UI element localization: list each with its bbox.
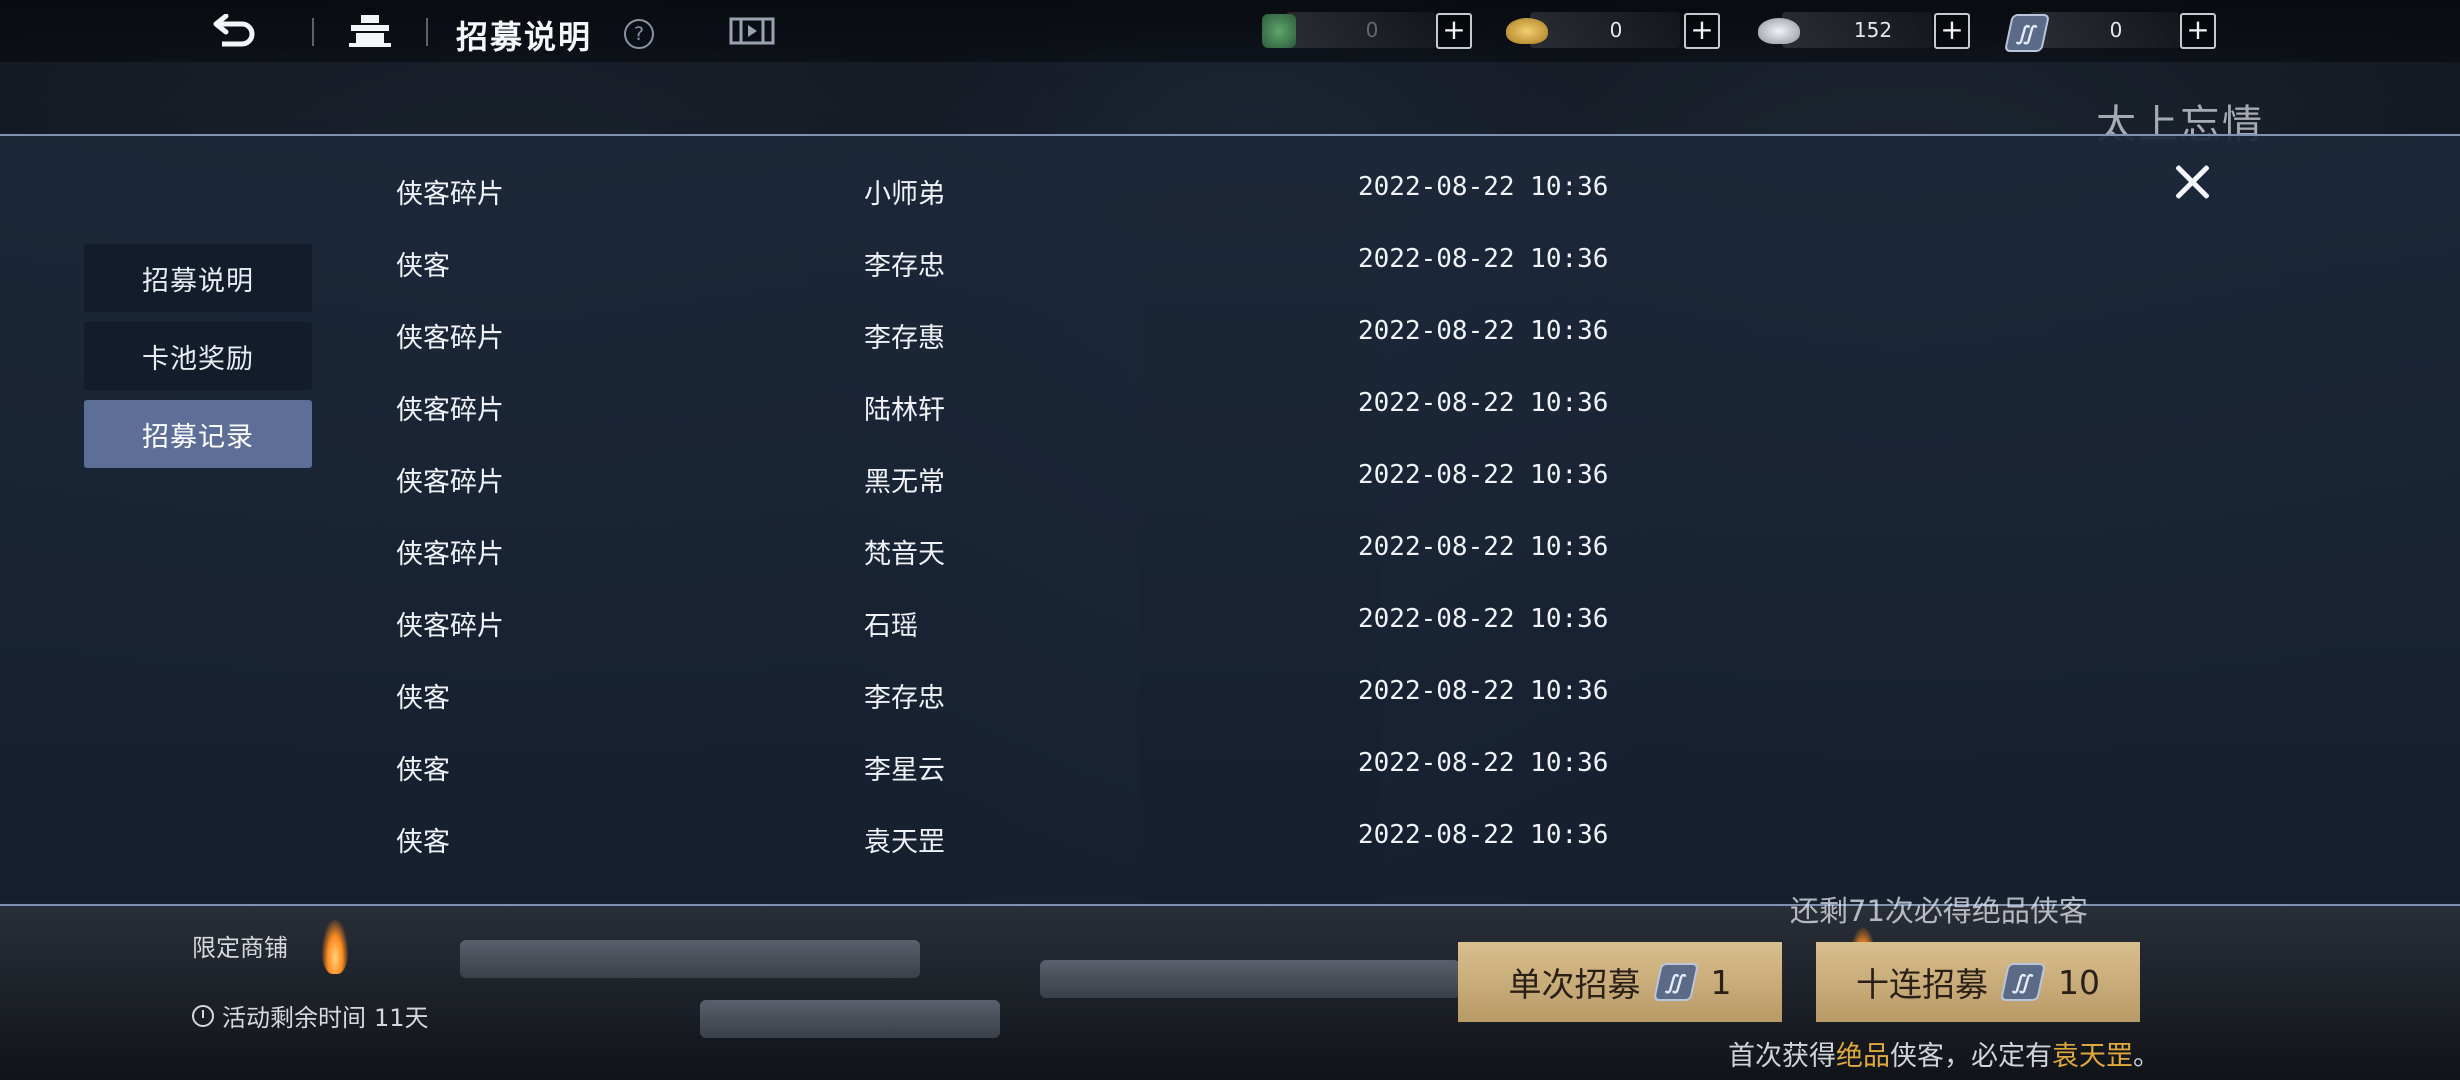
guarantee-mid: 侠客，必定有 — [1890, 1041, 2052, 1072]
record-name: 袁天罡 — [864, 827, 945, 858]
currency-silver: 152 + — [1758, 12, 1974, 49]
add-token-button[interactable]: + — [2180, 13, 2216, 49]
stair-step — [700, 1000, 1000, 1038]
currency-jade: 0 + — [1262, 12, 1478, 49]
silver-ingot-icon — [1758, 18, 1800, 44]
recruit-token-icon: ∬ — [1999, 963, 2047, 1001]
record-time: 2022-08-22 10:36 — [1358, 748, 1609, 778]
record-row: 侠客 李存忠 2022-08-22 10:36 — [0, 244, 1700, 284]
record-type: 侠客碎片 — [396, 467, 504, 498]
record-type: 侠客 — [396, 755, 450, 786]
record-row: 侠客碎片 陆林轩 2022-08-22 10:36 — [0, 388, 1700, 428]
guarantee-text: 首次获得绝品侠客，必定有袁天罡。 — [1728, 1034, 2160, 1073]
record-row: 侠客碎片 石瑶 2022-08-22 10:36 — [0, 604, 1700, 644]
event-timer: 活动剩余时间 11天 — [192, 998, 429, 1033]
add-silver-button[interactable]: + — [1934, 13, 1970, 49]
video-icon[interactable] — [728, 12, 776, 50]
record-name: 李存忠 — [864, 683, 945, 714]
currency-gold: 0 + — [1506, 12, 1722, 49]
record-row: 侠客 袁天罡 2022-08-22 10:36 — [0, 820, 1700, 860]
add-gold-button[interactable]: + — [1684, 13, 1720, 49]
guarantee-hero: 袁天罡 — [2052, 1041, 2133, 1072]
record-name: 梵音天 — [864, 539, 945, 570]
divider — [426, 18, 428, 46]
pity-counter-text: 还剩71次必得绝品侠客 — [1790, 894, 2088, 928]
currency-value: 0 — [1365, 18, 1379, 42]
recruit-record-panel: 招募说明 卡池奖励 招募记录 侠客碎片 小师弟 2022-08-22 10:36… — [0, 134, 2460, 906]
record-type: 侠客 — [396, 683, 450, 714]
limited-shop-link[interactable]: 限定商铺 — [192, 928, 288, 963]
record-type: 侠客碎片 — [396, 611, 504, 642]
record-name: 小师弟 — [864, 179, 945, 210]
close-icon[interactable] — [2172, 162, 2212, 202]
currency-value: 152 — [1853, 18, 1893, 42]
timer-value: 11天 — [374, 1004, 429, 1032]
currency-token: ∬ 0 + — [2003, 12, 2222, 52]
divider — [312, 18, 314, 46]
guarantee-quality: 绝品 — [1836, 1041, 1890, 1072]
record-row: 侠客碎片 小师弟 2022-08-22 10:36 — [0, 172, 1700, 212]
record-type: 侠客碎片 — [396, 395, 504, 426]
currency-value: 0 — [2109, 18, 2123, 42]
record-time: 2022-08-22 10:36 — [1358, 388, 1609, 418]
record-name: 陆林轩 — [864, 395, 945, 426]
recruit-token-icon: ∬ — [2003, 14, 2051, 52]
record-row: 侠客碎片 梵音天 2022-08-22 10:36 — [0, 532, 1700, 572]
record-time: 2022-08-22 10:36 — [1358, 676, 1609, 706]
record-row: 侠客碎片 李存惠 2022-08-22 10:36 — [0, 316, 1700, 356]
single-recruit-label: 单次招募 — [1508, 965, 1641, 1004]
jade-icon — [1262, 14, 1296, 48]
record-name: 石瑶 — [864, 611, 918, 642]
guarantee-suffix: 。 — [2133, 1041, 2160, 1072]
ten-recruit-cost: 10 — [2058, 962, 2100, 1002]
add-jade-button[interactable]: + — [1436, 13, 1472, 49]
record-name: 李存惠 — [864, 323, 945, 354]
record-time: 2022-08-22 10:36 — [1358, 460, 1609, 490]
top-bar: 招募说明 ? 0 + 0 + 152 + ∬ 0 + — [0, 0, 2460, 62]
record-time: 2022-08-22 10:36 — [1358, 820, 1609, 850]
record-row: 侠客碎片 黑无常 2022-08-22 10:36 — [0, 460, 1700, 500]
page-title: 招募说明 — [456, 18, 593, 56]
gold-ingot-icon — [1506, 18, 1548, 44]
home-icon[interactable] — [344, 12, 396, 50]
record-row: 侠客 李星云 2022-08-22 10:36 — [0, 748, 1700, 788]
record-type: 侠客 — [396, 827, 450, 858]
help-icon[interactable]: ? — [624, 19, 654, 49]
record-row: 侠客 李存忠 2022-08-22 10:36 — [0, 676, 1700, 716]
record-name: 李存忠 — [864, 251, 945, 282]
currency-value: 0 — [1609, 18, 1623, 42]
record-time: 2022-08-22 10:36 — [1358, 244, 1609, 274]
record-time: 2022-08-22 10:36 — [1358, 532, 1609, 562]
timer-label: 活动剩余时间 — [222, 1004, 366, 1032]
ten-recruit-label: 十连招募 — [1856, 965, 1988, 1004]
single-recruit-button[interactable]: 单次招募 ∬ 1 — [1458, 942, 1782, 1022]
back-arrow-icon[interactable] — [206, 12, 262, 50]
record-time: 2022-08-22 10:36 — [1358, 172, 1609, 202]
record-type: 侠客 — [396, 251, 450, 282]
record-type: 侠客碎片 — [396, 179, 504, 210]
guarantee-prefix: 首次获得 — [1728, 1041, 1836, 1072]
record-time: 2022-08-22 10:36 — [1358, 316, 1609, 346]
torch-flame — [322, 920, 348, 974]
clock-icon — [192, 1004, 214, 1027]
record-type: 侠客碎片 — [396, 323, 504, 354]
stair-step — [1040, 960, 1460, 998]
record-name: 李星云 — [864, 755, 945, 786]
record-time: 2022-08-22 10:36 — [1358, 604, 1609, 634]
record-type: 侠客碎片 — [396, 539, 504, 570]
single-recruit-cost: 1 — [1710, 962, 1732, 1002]
stair-step — [460, 940, 920, 978]
recruit-token-icon: ∬ — [1652, 963, 1699, 1001]
ten-recruit-button[interactable]: 十连招募 ∬ 10 — [1816, 942, 2140, 1022]
record-name: 黑无常 — [864, 467, 945, 498]
